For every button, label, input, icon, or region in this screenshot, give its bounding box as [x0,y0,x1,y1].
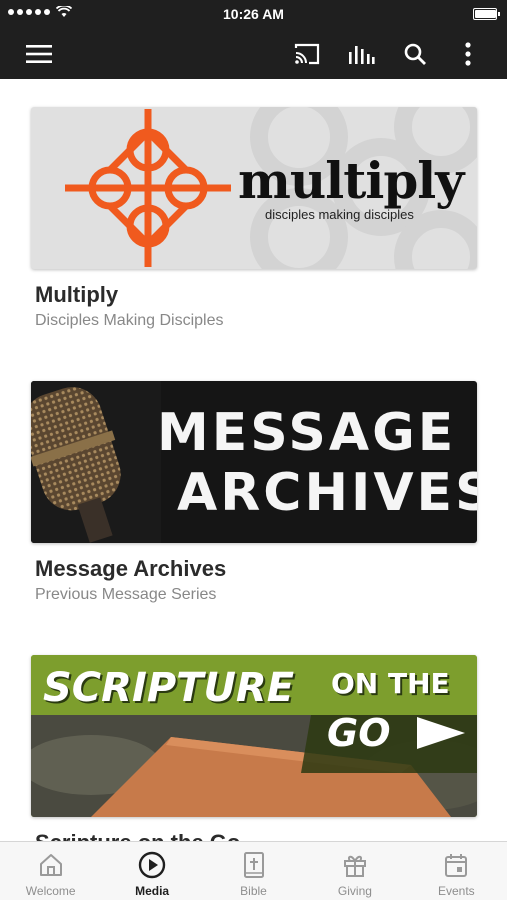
bible-icon [240,851,268,879]
multiply-wordmark: multiply [238,151,464,210]
tab-media[interactable]: Media [101,842,202,900]
tab-bible[interactable]: Bible [203,842,304,900]
archives-banner-line2: ARCHIVES [177,463,477,523]
archives-banner-line1: MESSAGE [157,403,457,463]
multiply-cross-logo [65,109,231,267]
status-bar: 10:26 AM [0,0,507,28]
multiply-tagline: disciples making disciples [265,207,414,222]
audio-bars-icon[interactable] [347,40,375,68]
card-title: Multiply [35,282,119,307]
battery-icon [473,8,500,20]
status-time: 10:26 AM [223,6,284,22]
tab-label: Giving [337,884,372,898]
bottom-tab-bar: Welcome Media Bible Giving Events [0,841,507,900]
message-archives-banner-image[interactable]: MESSAGE ARCHIVES [31,381,477,543]
scripture-banner-line2: ON THE [331,667,450,700]
card-multiply[interactable]: multiply disciples making disciples Mult… [31,107,477,330]
tab-label: Events [437,884,475,898]
tab-events[interactable]: Events [406,842,507,900]
menu-icon[interactable] [25,40,53,68]
gift-icon [341,851,369,879]
search-icon[interactable] [401,40,429,68]
tab-giving[interactable]: Giving [304,842,405,900]
scripture-banner-image[interactable]: SCRIPTURE ON THE GO [31,655,477,817]
card-subtitle: Disciples Making Disciples [35,312,224,329]
card-subtitle: Previous Message Series [35,586,217,603]
home-icon [37,851,65,879]
tab-label: Bible [240,884,267,898]
media-content: multiply disciples making disciples Mult… [0,79,507,841]
play-circle-icon [138,851,166,879]
card-scripture-on-the-go[interactable]: SCRIPTURE ON THE GO Scripture on the Go [31,655,477,841]
app-bar [0,28,507,79]
tab-label: Media [135,884,170,898]
card-title: Scripture on the Go [35,830,477,841]
more-vert-icon[interactable] [454,40,482,68]
microphone-image-icon [31,381,161,543]
tab-label: Welcome [25,884,76,898]
multiply-banner-image[interactable]: multiply disciples making disciples [31,107,477,269]
card-title: Message Archives [35,556,227,581]
cast-icon[interactable] [293,40,321,68]
calendar-icon [442,851,470,879]
play-arrow-icon [417,717,465,749]
scripture-banner-line3: GO [327,711,391,755]
tab-welcome[interactable]: Welcome [0,842,101,900]
scripture-banner-line1: SCRIPTURE [43,665,295,711]
battery-level [475,10,496,18]
card-message-archives[interactable]: MESSAGE ARCHIVES Message Archives Previo… [31,381,477,604]
